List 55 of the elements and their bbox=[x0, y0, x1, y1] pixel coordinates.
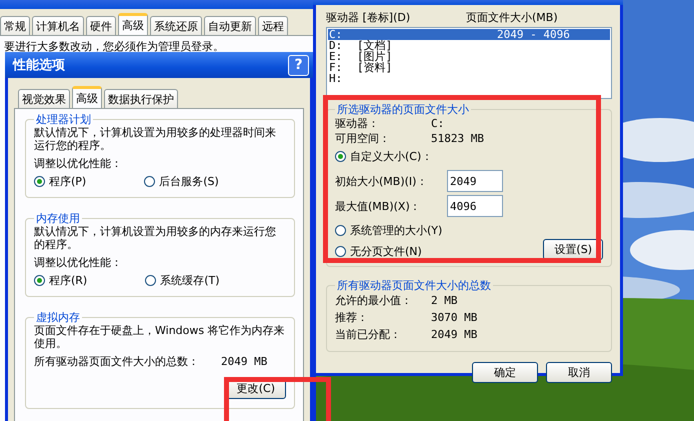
field-label: 驱动器： bbox=[335, 116, 380, 131]
dialog-button[interactable]: 确定 bbox=[472, 362, 538, 383]
radio-option[interactable]: 后台服务(S) bbox=[144, 175, 219, 188]
radio-option[interactable]: 程序(R) bbox=[34, 274, 88, 287]
radio-option[interactable]: 无分页文件(N) bbox=[335, 245, 442, 258]
field-label: 初始大小(MB)(I)： bbox=[335, 174, 428, 188]
drive-row[interactable]: E: [图片] bbox=[328, 51, 610, 62]
tab[interactable]: 系统还原 bbox=[150, 16, 202, 35]
drive-row[interactable]: D: [文档] bbox=[328, 40, 610, 51]
column-header: 页面文件大小(MB) bbox=[466, 11, 558, 24]
dialog-button[interactable]: 取消 bbox=[546, 362, 612, 383]
field-label: 推荐： bbox=[335, 310, 369, 326]
prompt-text: 调整以优化性能： bbox=[34, 157, 123, 170]
tab[interactable]: 视觉效果 bbox=[18, 89, 70, 108]
description-text: 页面文件存在于硬盘上，Windows 将它作为内存来使用。 bbox=[34, 324, 286, 350]
help-button[interactable]: ? bbox=[288, 54, 309, 76]
drive-row[interactable]: F: [资料] bbox=[328, 62, 610, 73]
total-value: 2049 MB bbox=[221, 355, 268, 368]
field-value: 3070 MB bbox=[431, 310, 478, 326]
group-title: 虚拟内存 bbox=[35, 311, 81, 324]
field-label: 最大值(MB)(X)： bbox=[335, 200, 422, 212]
group-title: 所选驱动器的页面文件大小 bbox=[336, 103, 470, 116]
prompt-text: 调整以优化性能： bbox=[34, 256, 123, 269]
field-label: 允许的最小值： bbox=[335, 293, 413, 309]
field-label: 当前已分配： bbox=[335, 327, 402, 343]
field-value: 2049 MB bbox=[431, 327, 478, 343]
description-text: 默认情况下，计算机设置为用较多的内存来运行您的程序。 bbox=[34, 225, 277, 251]
description-text: 默认情况下，计算机设置为用较多的处理器时间来运行您的程序。 bbox=[34, 126, 277, 152]
tab[interactable]: 计算机名 bbox=[32, 16, 84, 35]
field-label: 可用空间： bbox=[335, 131, 391, 146]
total-label: 所有驱动器页面文件大小的总数： bbox=[34, 355, 199, 368]
field-value: 2 MB bbox=[431, 293, 458, 309]
column-header: 驱动器 [卷标](D) bbox=[326, 11, 412, 24]
field-value: C: bbox=[431, 116, 444, 131]
input-field[interactable]: 4096 bbox=[447, 195, 503, 217]
notice-text: 要进行大多数改动，您必须作为管理员登录。 bbox=[4, 40, 225, 53]
radio-option[interactable]: 系统管理的大小(Y) bbox=[335, 224, 442, 237]
window-title: 性能选项 bbox=[13, 58, 65, 72]
drive-row[interactable]: C: 2049 - 4096 bbox=[328, 29, 610, 40]
group-title: 处理器计划 bbox=[35, 113, 92, 126]
tab[interactable]: 数据执行保护 bbox=[104, 89, 178, 108]
tab[interactable]: 硬件 bbox=[86, 16, 116, 35]
tab[interactable]: 自动更新 bbox=[204, 16, 256, 35]
radio-option[interactable]: 程序(P) bbox=[34, 175, 86, 188]
radio-option[interactable]: 自定义大小(C)： bbox=[335, 150, 432, 163]
input-field[interactable]: 2049 bbox=[447, 170, 503, 192]
group-title: 内存使用 bbox=[35, 212, 81, 225]
tab[interactable]: 常规 bbox=[0, 16, 30, 35]
radio-option[interactable]: 系统缓存(T) bbox=[145, 274, 220, 287]
drive-row[interactable]: H: bbox=[328, 73, 610, 84]
tab[interactable]: 高级 bbox=[118, 13, 148, 35]
tab[interactable]: 高级 bbox=[72, 86, 102, 108]
field-value: 51823 MB bbox=[431, 131, 484, 146]
group-title: 所有驱动器页面文件大小的总数 bbox=[336, 279, 492, 292]
tab[interactable]: 远程 bbox=[258, 16, 288, 35]
